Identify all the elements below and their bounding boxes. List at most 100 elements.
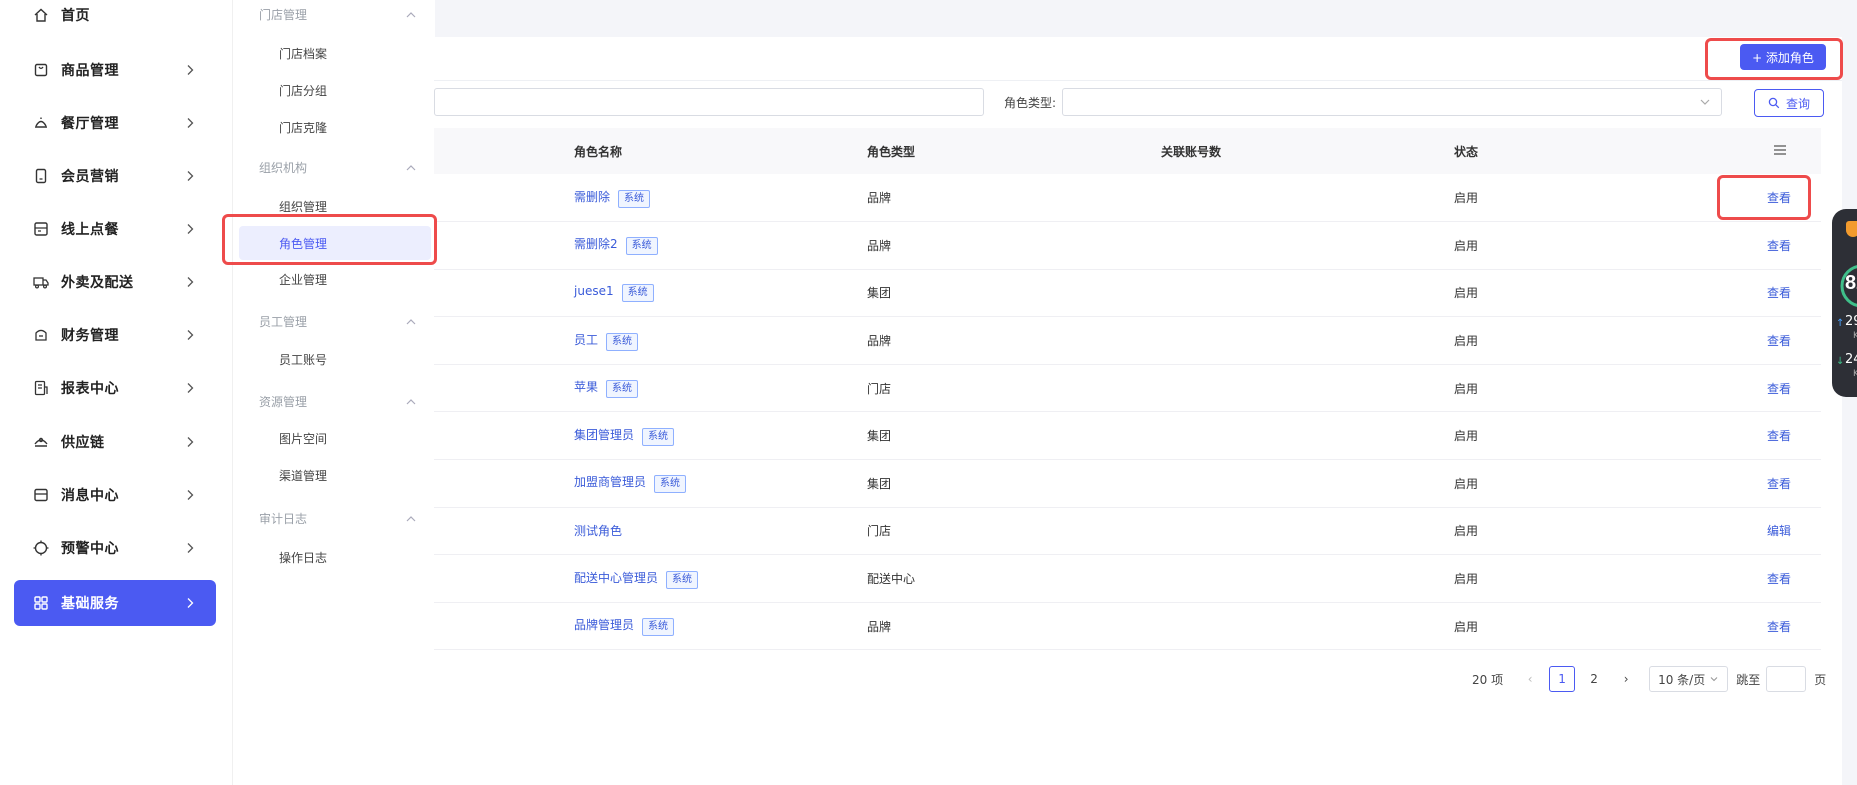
add-role-button[interactable]: + 添加角色 [1740,44,1826,70]
role-name-link[interactable]: 集团管理员 [574,428,634,442]
table-row: 集团管理员 系统 集团 启用 查看 [434,412,1821,460]
nav-item-0[interactable]: 首页 [14,0,216,38]
view-link[interactable]: 查看 [1767,620,1791,634]
floating-stats-widget[interactable]: 82 ↑ 29 K ↓ 24 K [1832,209,1857,397]
nav-item-6[interactable]: 财务管理 [14,312,216,358]
system-tag: 系统 [642,618,675,637]
header-status: 状态 [1454,144,1479,159]
role-name-link[interactable]: 需删除 [574,190,610,204]
nav-item-10[interactable]: 预警中心 [14,525,216,571]
submenu-item[interactable]: 员工账号 [239,342,431,376]
submenu-item[interactable]: 企业管理 [239,262,431,296]
submenu-item[interactable]: 操作日志 [239,540,431,574]
system-tag: 系统 [654,475,687,494]
linked-accounts-cell [1147,222,1440,270]
stat-1-value: 29 [1845,314,1857,329]
nav-item-9[interactable]: 消息中心 [14,472,216,518]
role-type-cell: 品牌 [867,191,892,206]
view-link[interactable]: 查看 [1767,286,1791,300]
nav-item-3[interactable]: 会员营销 [14,153,216,199]
view-link[interactable]: 查看 [1767,239,1791,253]
column-settings-icon[interactable] [1773,144,1787,156]
chevron-up-icon[interactable] [405,162,417,172]
table-row: 需删除2 系统 品牌 启用 查看 [434,222,1821,270]
table-row: 需删除 系统 品牌 启用 查看 [434,174,1821,222]
row-blank-cell [434,460,563,508]
role-name-link[interactable]: 员工 [574,333,598,347]
role-name-link[interactable]: 加盟商管理员 [574,475,646,489]
role-name-link[interactable]: 苹果 [574,380,598,394]
status-cell: 启用 [1454,429,1479,444]
role-type-select[interactable] [1062,88,1722,116]
score-value: 82 [1845,272,1857,294]
view-link[interactable]: 查看 [1767,382,1791,396]
submenu-item[interactable]: 渠道管理 [239,458,431,492]
role-name-cell: 集团管理员 系统 [563,412,854,460]
edit-link[interactable]: 编辑 [1767,524,1791,538]
role-name-cell: 配送中心管理员 系统 [563,555,854,603]
search-icon [1768,97,1780,109]
table-row: 苹果 系统 门店 启用 查看 [434,364,1821,412]
chevron-up-icon[interactable] [405,396,417,406]
submenu-item[interactable]: 图片空间 [239,421,431,455]
nav-item-label: 基础服务 [61,596,119,612]
stat-2-value: 24 [1845,352,1857,367]
query-button[interactable]: 查询 [1754,89,1824,117]
submenu-group-title: 组织机构 [259,161,308,175]
query-button-label: 查询 [1785,96,1810,111]
submenu-item[interactable]: 组织管理 [239,189,431,223]
chevron-down-icon [1700,99,1710,105]
role-name-link[interactable]: 品牌管理员 [574,618,634,632]
chevron-up-icon[interactable] [405,9,417,19]
chevron-right-icon [181,273,199,291]
submenu-item[interactable]: 门店克隆 [239,110,431,144]
system-tag: 系统 [618,189,651,208]
nav-item-5[interactable]: 外卖及配送 [14,259,216,305]
next-page-button[interactable]: › [1613,666,1639,692]
action-cell: 查看 [1686,317,1821,365]
nav-item-7[interactable]: 报表中心 [14,365,216,411]
system-tag: 系统 [606,380,639,399]
nav-item-4[interactable]: 线上点餐 [14,206,216,252]
page-size-select[interactable]: 10 条/页 [1649,666,1729,692]
chevron-up-icon[interactable] [405,316,417,326]
submenu-item[interactable]: 门店分组 [239,73,431,107]
view-link[interactable]: 查看 [1767,572,1791,586]
submenu-item[interactable]: 门店档案 [239,36,431,70]
nav-item-label: 首页 [61,8,90,24]
role-name-cell: 品牌管理员 系统 [563,602,854,650]
finance-icon [32,326,50,344]
page-2-button[interactable]: 2 [1581,666,1607,692]
role-name-input[interactable] [434,88,984,116]
nav-item-1[interactable]: 商品管理 [14,47,216,93]
view-link[interactable]: 查看 [1767,429,1791,443]
chevron-up-icon[interactable] [405,513,417,523]
jump-input[interactable] [1766,666,1807,692]
chevron-right-icon [181,61,199,79]
role-name-link[interactable]: 需删除2 [574,237,618,251]
nav-item-11[interactable]: 基础服务 [14,580,216,626]
status-cell: 启用 [1454,381,1479,396]
submenu-item[interactable]: 角色管理 [239,226,431,260]
header-linked-accounts: 关联账号数 [1161,144,1222,159]
linked-accounts-cell [1147,317,1440,365]
role-name-link[interactable]: juese1 [574,284,614,298]
action-cell: 查看 [1686,269,1821,317]
page-1-button[interactable]: 1 [1549,666,1576,692]
view-link[interactable]: 查看 [1767,191,1791,205]
nav-item-label: 商品管理 [61,63,119,79]
linked-accounts-cell [1147,269,1440,317]
role-type-cell: 配送中心 [867,572,916,587]
row-blank-cell [434,174,563,222]
nav-item-2[interactable]: 餐厅管理 [14,100,216,146]
role-name-link[interactable]: 测试角色 [574,524,622,538]
prev-page-button[interactable]: ‹ [1517,666,1543,692]
header-cell-blank [434,128,563,174]
view-link[interactable]: 查看 [1767,477,1791,491]
nav-item-label: 预警中心 [61,541,119,557]
nav-item-8[interactable]: 供应链 [14,419,216,465]
role-type-cell: 集团 [867,429,892,444]
view-link[interactable]: 查看 [1767,334,1791,348]
role-name-link[interactable]: 配送中心管理员 [574,571,658,585]
status-cell: 启用 [1454,238,1479,253]
